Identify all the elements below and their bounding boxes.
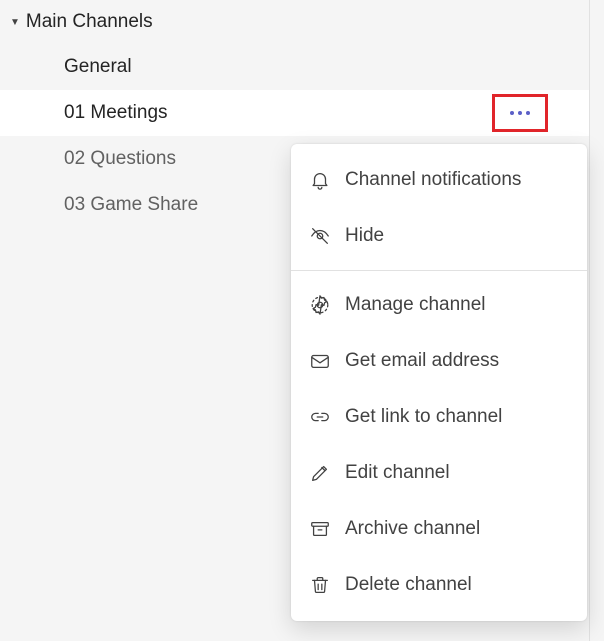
channel-label: General [64, 56, 132, 78]
channel-item-01-meetings[interactable]: 01 Meetings [0, 90, 589, 136]
menu-archive-channel[interactable]: Archive channel [291, 501, 587, 557]
channel-more-button[interactable] [495, 97, 545, 129]
link-icon [309, 406, 331, 428]
menu-get-link[interactable]: Get link to channel [291, 389, 587, 445]
pencil-icon [309, 462, 331, 484]
menu-label: Manage channel [345, 294, 486, 316]
menu-label: Edit channel [345, 462, 450, 484]
menu-channel-notifications[interactable]: Channel notifications [291, 152, 587, 208]
caret-down-icon: ▼ [10, 17, 20, 28]
menu-label: Hide [345, 225, 384, 247]
eye-off-icon [309, 225, 331, 247]
menu-label: Get email address [345, 350, 499, 372]
bell-icon [309, 169, 331, 191]
channel-context-menu: Channel notifications Hide Manage channe… [291, 144, 587, 621]
channel-item-general[interactable]: General [0, 44, 589, 90]
team-name: Main Channels [26, 11, 153, 33]
team-header[interactable]: ▼ Main Channels [0, 0, 589, 44]
menu-label: Delete channel [345, 574, 472, 596]
channel-label: 02 Questions [64, 148, 176, 170]
more-horizontal-icon [510, 111, 530, 115]
menu-edit-channel[interactable]: Edit channel [291, 445, 587, 501]
gear-icon [309, 294, 331, 316]
archive-icon [309, 518, 331, 540]
menu-label: Archive channel [345, 518, 480, 540]
menu-label: Channel notifications [345, 169, 521, 191]
channel-label: 03 Game Share [64, 194, 198, 216]
channel-label: 01 Meetings [64, 102, 168, 124]
menu-label: Get link to channel [345, 406, 502, 428]
menu-get-email[interactable]: Get email address [291, 333, 587, 389]
trash-icon [309, 574, 331, 596]
menu-divider [291, 270, 587, 271]
menu-manage-channel[interactable]: Manage channel [291, 277, 587, 333]
menu-hide[interactable]: Hide [291, 208, 587, 264]
menu-delete-channel[interactable]: Delete channel [291, 557, 587, 613]
mail-icon [309, 350, 331, 372]
